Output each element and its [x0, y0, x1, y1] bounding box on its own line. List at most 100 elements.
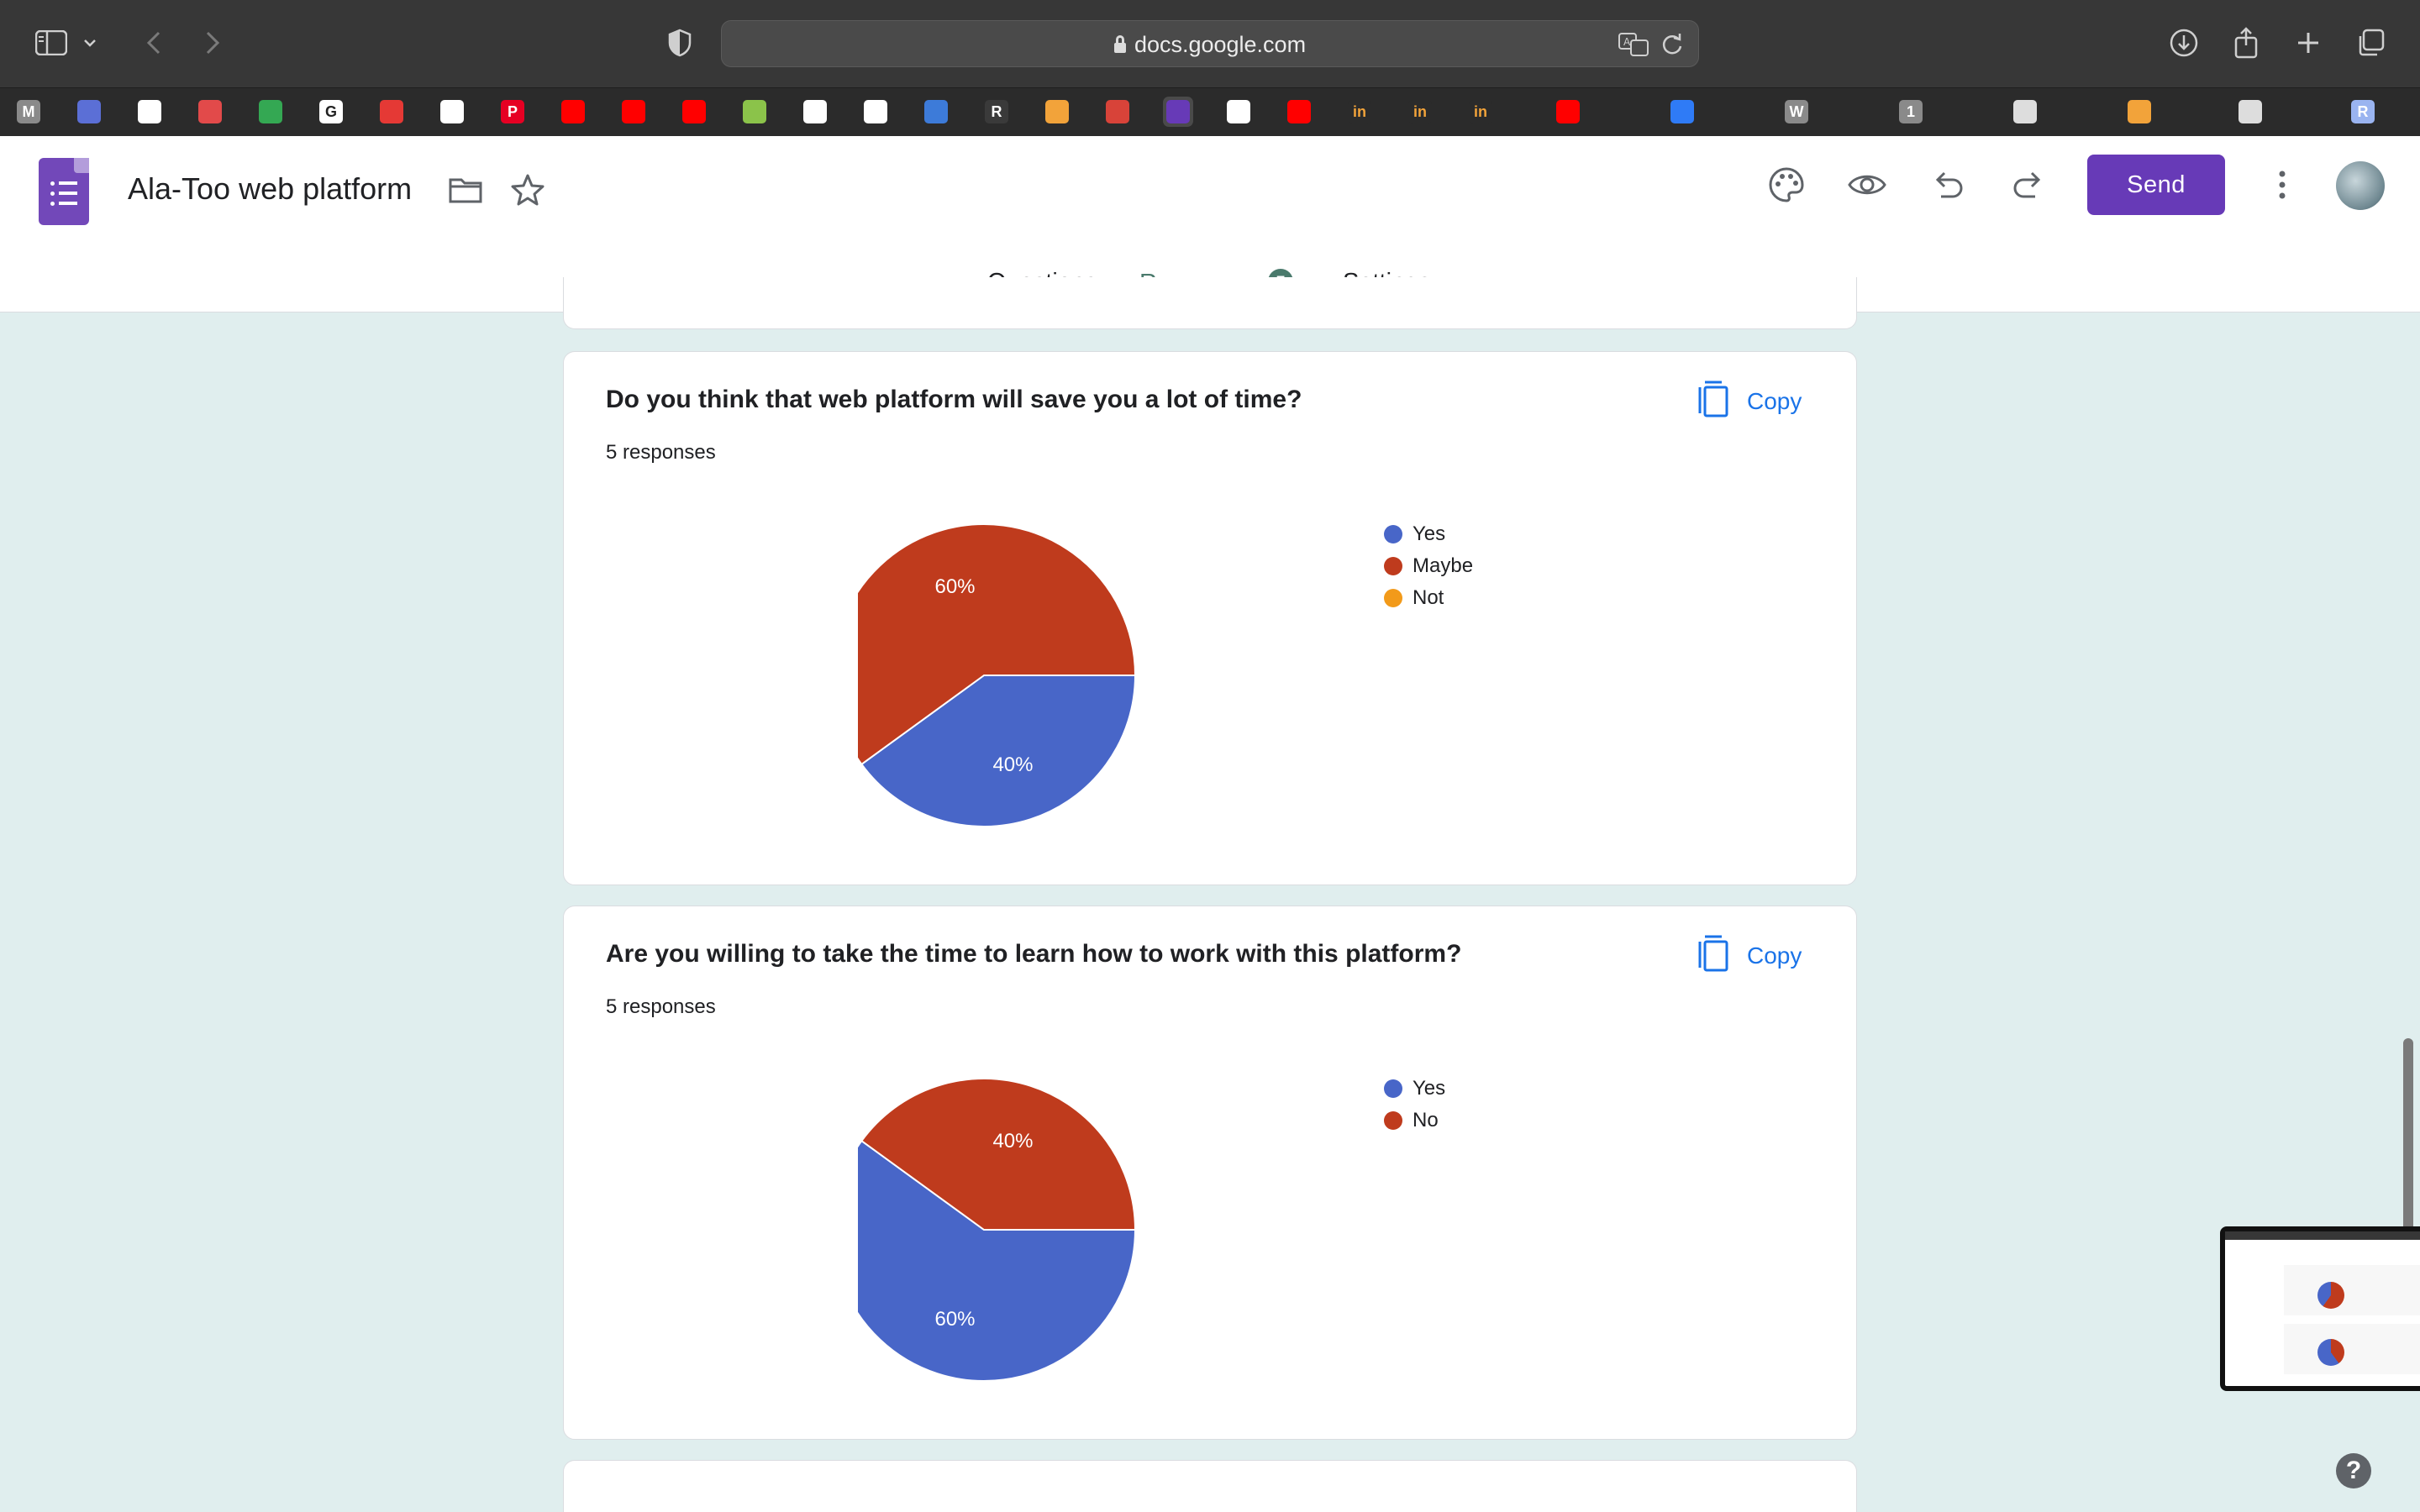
share-icon[interactable]	[2227, 24, 2265, 62]
response-card: Do you think that web platform will save…	[563, 351, 1857, 885]
back-icon[interactable]	[134, 24, 173, 62]
privacy-shield-icon[interactable]	[660, 24, 699, 62]
copy-chart-button[interactable]: Copy	[1697, 935, 1802, 977]
legend-label: Not	[1413, 586, 1444, 609]
more-options-icon[interactable]	[2260, 163, 2304, 207]
pie-slice-label: 40%	[992, 753, 1033, 776]
bookmark-favicon	[924, 100, 948, 123]
pie-slice-label: 60%	[934, 1308, 975, 1331]
chevron-down-icon[interactable]	[77, 24, 103, 62]
undo-icon[interactable]	[1926, 163, 1970, 207]
bookmark-favicon	[440, 100, 464, 123]
bookmark-icon[interactable]: in	[1465, 97, 1496, 127]
bookmark-favicon	[2128, 100, 2151, 123]
downloads-icon[interactable]	[2165, 24, 2203, 62]
svg-text:A: A	[1623, 36, 1631, 48]
sidebar-toggle-icon[interactable]	[32, 24, 71, 62]
reload-icon[interactable]	[1661, 33, 1683, 60]
bookmark-favicon: G	[319, 100, 343, 123]
bookmark-favicon	[198, 100, 222, 123]
account-avatar[interactable]	[2336, 161, 2385, 210]
bookmark-icon[interactable]	[376, 97, 407, 127]
bookmark-icon[interactable]	[1223, 97, 1254, 127]
translate-icon[interactable]: A	[1618, 31, 1649, 62]
bookmarks-bar: M G P Rin in in W 1 R	[0, 87, 2420, 136]
legend-label: Yes	[1413, 522, 1446, 545]
new-tab-icon[interactable]	[2289, 24, 2328, 62]
bookmark-icon[interactable]	[1284, 97, 1314, 127]
bookmark-icon[interactable]	[800, 97, 830, 127]
send-button[interactable]: Send	[2087, 155, 2225, 215]
tab-overview-icon[interactable]	[2351, 24, 2390, 62]
bookmark-icon[interactable]: 1	[1896, 97, 1926, 127]
star-icon[interactable]	[506, 168, 550, 212]
legend-label: No	[1413, 1109, 1439, 1131]
legend-color-dot	[1384, 557, 1402, 575]
google-forms-logo-icon[interactable]	[39, 158, 89, 225]
response-count: 5 responses	[606, 995, 716, 1018]
form-title[interactable]: Ala-Too web platform	[128, 171, 412, 207]
bookmark-icon[interactable]: W	[1781, 97, 1812, 127]
copy-chart-button[interactable]: Copy	[1697, 381, 1802, 423]
bookmark-icon[interactable]	[195, 97, 225, 127]
bookmark-icon[interactable]	[74, 97, 104, 127]
bookmark-favicon	[138, 100, 161, 123]
bookmark-icon[interactable]	[437, 97, 467, 127]
bookmark-icon[interactable]	[1042, 97, 1072, 127]
legend-color-dot	[1384, 1079, 1402, 1098]
bookmark-favicon	[380, 100, 403, 123]
url-text: docs.google.com	[1134, 32, 1307, 57]
bookmark-favicon	[803, 100, 827, 123]
bookmark-favicon	[1106, 100, 1129, 123]
bookmark-favicon: R	[985, 100, 1008, 123]
address-bar[interactable]: docs.google.com A	[721, 20, 1699, 67]
bookmark-favicon	[864, 100, 887, 123]
bookmark-favicon	[1556, 100, 1580, 123]
bookmark-icon[interactable]	[1102, 97, 1133, 127]
bookmark-icon[interactable]	[1163, 97, 1193, 127]
bookmark-icon[interactable]	[618, 97, 649, 127]
bookmark-icon[interactable]	[921, 97, 951, 127]
bookmark-favicon	[2238, 100, 2262, 123]
copy-label: Copy	[1747, 942, 1802, 969]
bookmark-icon[interactable]	[2124, 97, 2154, 127]
bookmark-favicon: P	[501, 100, 524, 123]
bookmark-icon[interactable]: G	[316, 97, 346, 127]
bookmark-icon[interactable]	[2235, 97, 2265, 127]
bookmark-icon[interactable]: R	[981, 97, 1012, 127]
bookmark-icon[interactable]	[860, 97, 891, 127]
screenshot-thumbnail-preview[interactable]	[2220, 1226, 2420, 1391]
bookmark-icon[interactable]	[2010, 97, 2040, 127]
bookmark-icon[interactable]: M	[13, 97, 44, 127]
help-button[interactable]: ?	[2336, 1453, 2371, 1488]
bookmark-icon[interactable]	[1667, 97, 1697, 127]
copy-icon	[1697, 934, 1730, 979]
pie-slice-label: 60%	[934, 575, 975, 598]
bookmark-icon[interactable]: in	[1405, 97, 1435, 127]
bookmark-icon[interactable]	[558, 97, 588, 127]
palette-icon[interactable]	[1765, 163, 1808, 207]
legend-item: Not	[1384, 582, 1473, 614]
folder-icon[interactable]	[444, 168, 487, 212]
copy-icon	[1697, 380, 1730, 424]
bookmark-icon[interactable]	[1553, 97, 1583, 127]
bookmark-icon[interactable]	[739, 97, 770, 127]
bookmark-icon[interactable]	[134, 97, 165, 127]
bookmark-favicon	[1227, 100, 1250, 123]
question-title: Do you think that web platform will save…	[606, 386, 1302, 413]
bookmark-icon[interactable]: in	[1344, 97, 1375, 127]
redo-icon[interactable]	[2007, 163, 2050, 207]
legend-item: Yes	[1384, 518, 1473, 550]
bookmark-favicon: W	[1785, 100, 1808, 123]
bookmark-icon[interactable]: R	[2348, 97, 2378, 127]
bookmark-icon[interactable]: P	[497, 97, 528, 127]
preview-eye-icon[interactable]	[1845, 163, 1889, 207]
bookmark-icon[interactable]	[679, 97, 709, 127]
bookmark-icon[interactable]	[255, 97, 286, 127]
forward-icon[interactable]	[193, 24, 232, 62]
copy-label: Copy	[1747, 388, 1802, 414]
bookmark-favicon: in	[1469, 100, 1492, 123]
bookmark-favicon: in	[1408, 100, 1432, 123]
previous-card-bottom	[563, 277, 1857, 329]
pie-slice-label: 40%	[992, 1130, 1033, 1152]
